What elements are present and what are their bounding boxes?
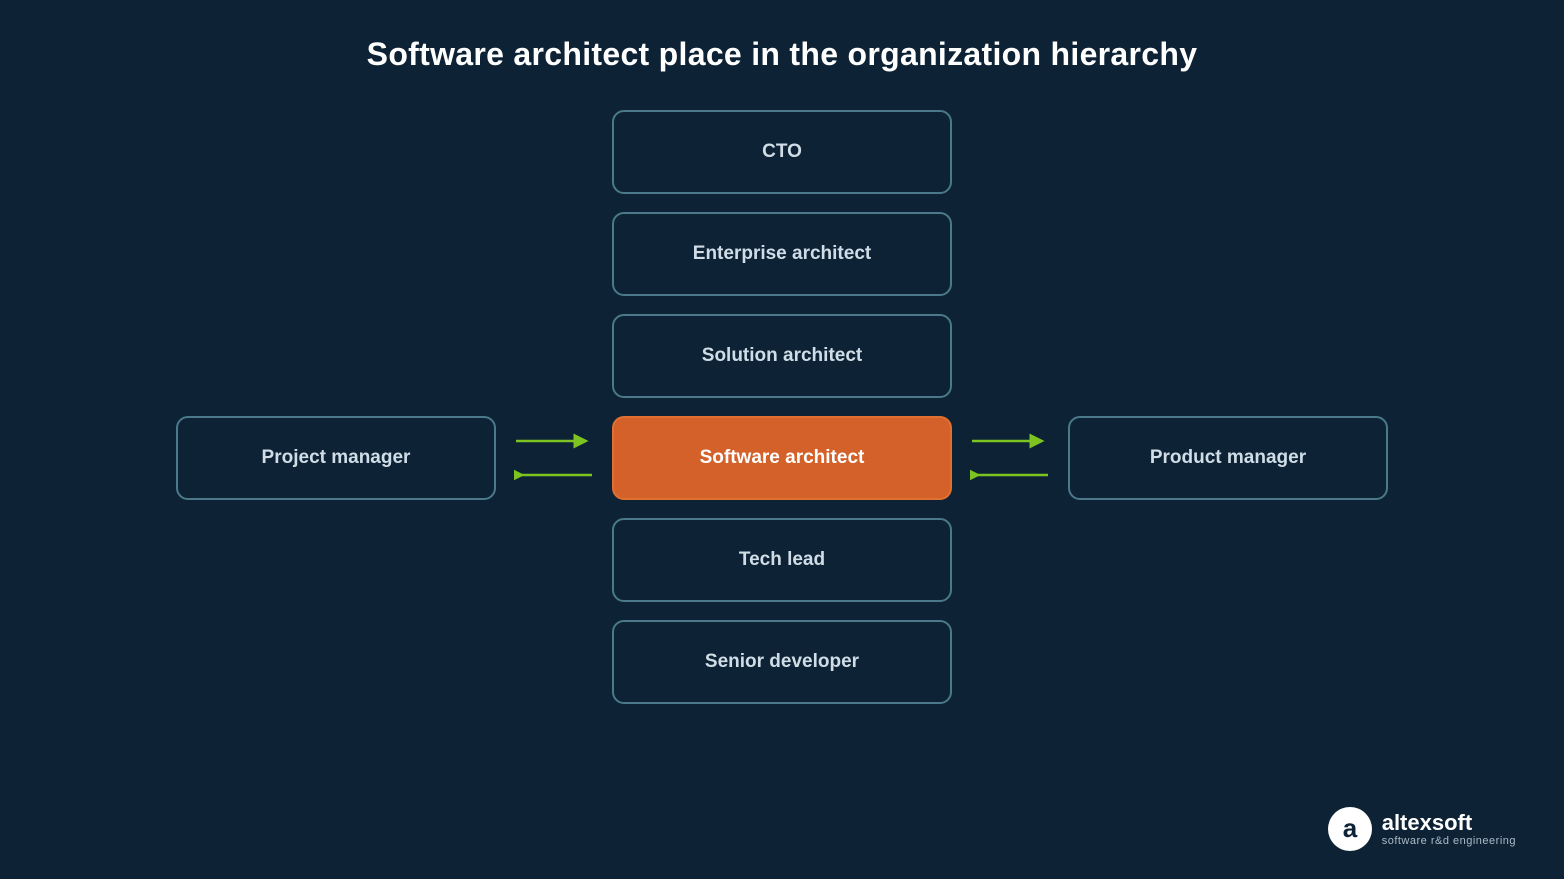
node-product-manager: Product manager	[1068, 416, 1388, 500]
right-arrows	[970, 427, 1050, 489]
center-column: CTO Enterprise architect Solution archit…	[176, 110, 1388, 704]
logo-subtitle: software r&d engineering	[1382, 835, 1516, 847]
node-tech-lead: Tech lead	[612, 518, 952, 602]
node-product-manager-label: Product manager	[1150, 447, 1306, 469]
node-enterprise-architect: Enterprise architect	[612, 212, 952, 296]
arrow-right-1	[514, 427, 594, 455]
logo-container: a altexsoft software r&d engineering	[1328, 807, 1516, 851]
node-software-architect-label: Software architect	[700, 447, 865, 469]
node-cto: CTO	[612, 110, 952, 194]
left-arrows	[514, 427, 594, 489]
node-solution-architect: Solution architect	[612, 314, 952, 398]
node-cto-label: CTO	[762, 141, 802, 163]
node-senior-developer: Senior developer	[612, 620, 952, 704]
arrow-left-1	[514, 461, 594, 489]
logo-text: altexsoft software r&d engineering	[1382, 811, 1516, 847]
node-software-architect: Software architect	[612, 416, 952, 500]
arrow-right-2	[970, 427, 1050, 455]
node-senior-developer-label: Senior developer	[705, 651, 859, 673]
altexsoft-logo-icon: a	[1328, 807, 1372, 851]
diagram-container: CTO Enterprise architect Solution archit…	[0, 100, 1564, 879]
node-solution-architect-label: Solution architect	[702, 345, 862, 367]
node-project-manager: Project manager	[176, 416, 496, 500]
horizontal-row: Project manager	[176, 416, 1388, 500]
svg-text:a: a	[1342, 813, 1357, 843]
logo-name: altexsoft	[1382, 811, 1516, 835]
node-tech-lead-label: Tech lead	[739, 549, 825, 571]
arrow-left-2	[970, 461, 1050, 489]
node-enterprise-architect-label: Enterprise architect	[693, 243, 871, 265]
node-project-manager-label: Project manager	[262, 447, 411, 469]
page-title: Software architect place in the organiza…	[0, 0, 1564, 73]
